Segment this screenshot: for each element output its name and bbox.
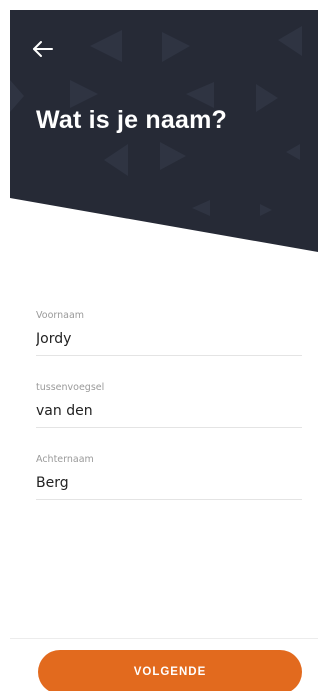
last-name-input[interactable] <box>36 472 302 494</box>
first-name-input[interactable] <box>36 328 302 350</box>
prefix-underline <box>36 427 302 428</box>
last-name-field: Achternaam <box>36 454 302 526</box>
back-button[interactable] <box>32 40 58 66</box>
prefix-label: tussenvoegsel <box>36 382 105 393</box>
arrow-left-icon <box>33 41 53 57</box>
header-panel: Wat is je naam? <box>10 10 318 260</box>
prefix-input[interactable] <box>36 400 302 422</box>
page-title: Wat is je naam? <box>36 106 228 134</box>
last-name-label: Achternaam <box>36 454 94 465</box>
next-button[interactable]: VOLGENDE <box>38 650 302 691</box>
first-name-underline <box>36 355 302 356</box>
last-name-underline <box>36 499 302 500</box>
prefix-field: tussenvoegsel <box>36 382 302 454</box>
footer-divider <box>10 638 318 639</box>
screen: Wat is je naam? Voornaam tussenvoegsel A… <box>10 10 318 691</box>
first-name-label: Voornaam <box>36 310 85 321</box>
first-name-field: Voornaam <box>36 310 302 382</box>
name-form: Voornaam tussenvoegsel Achternaam <box>36 310 302 526</box>
